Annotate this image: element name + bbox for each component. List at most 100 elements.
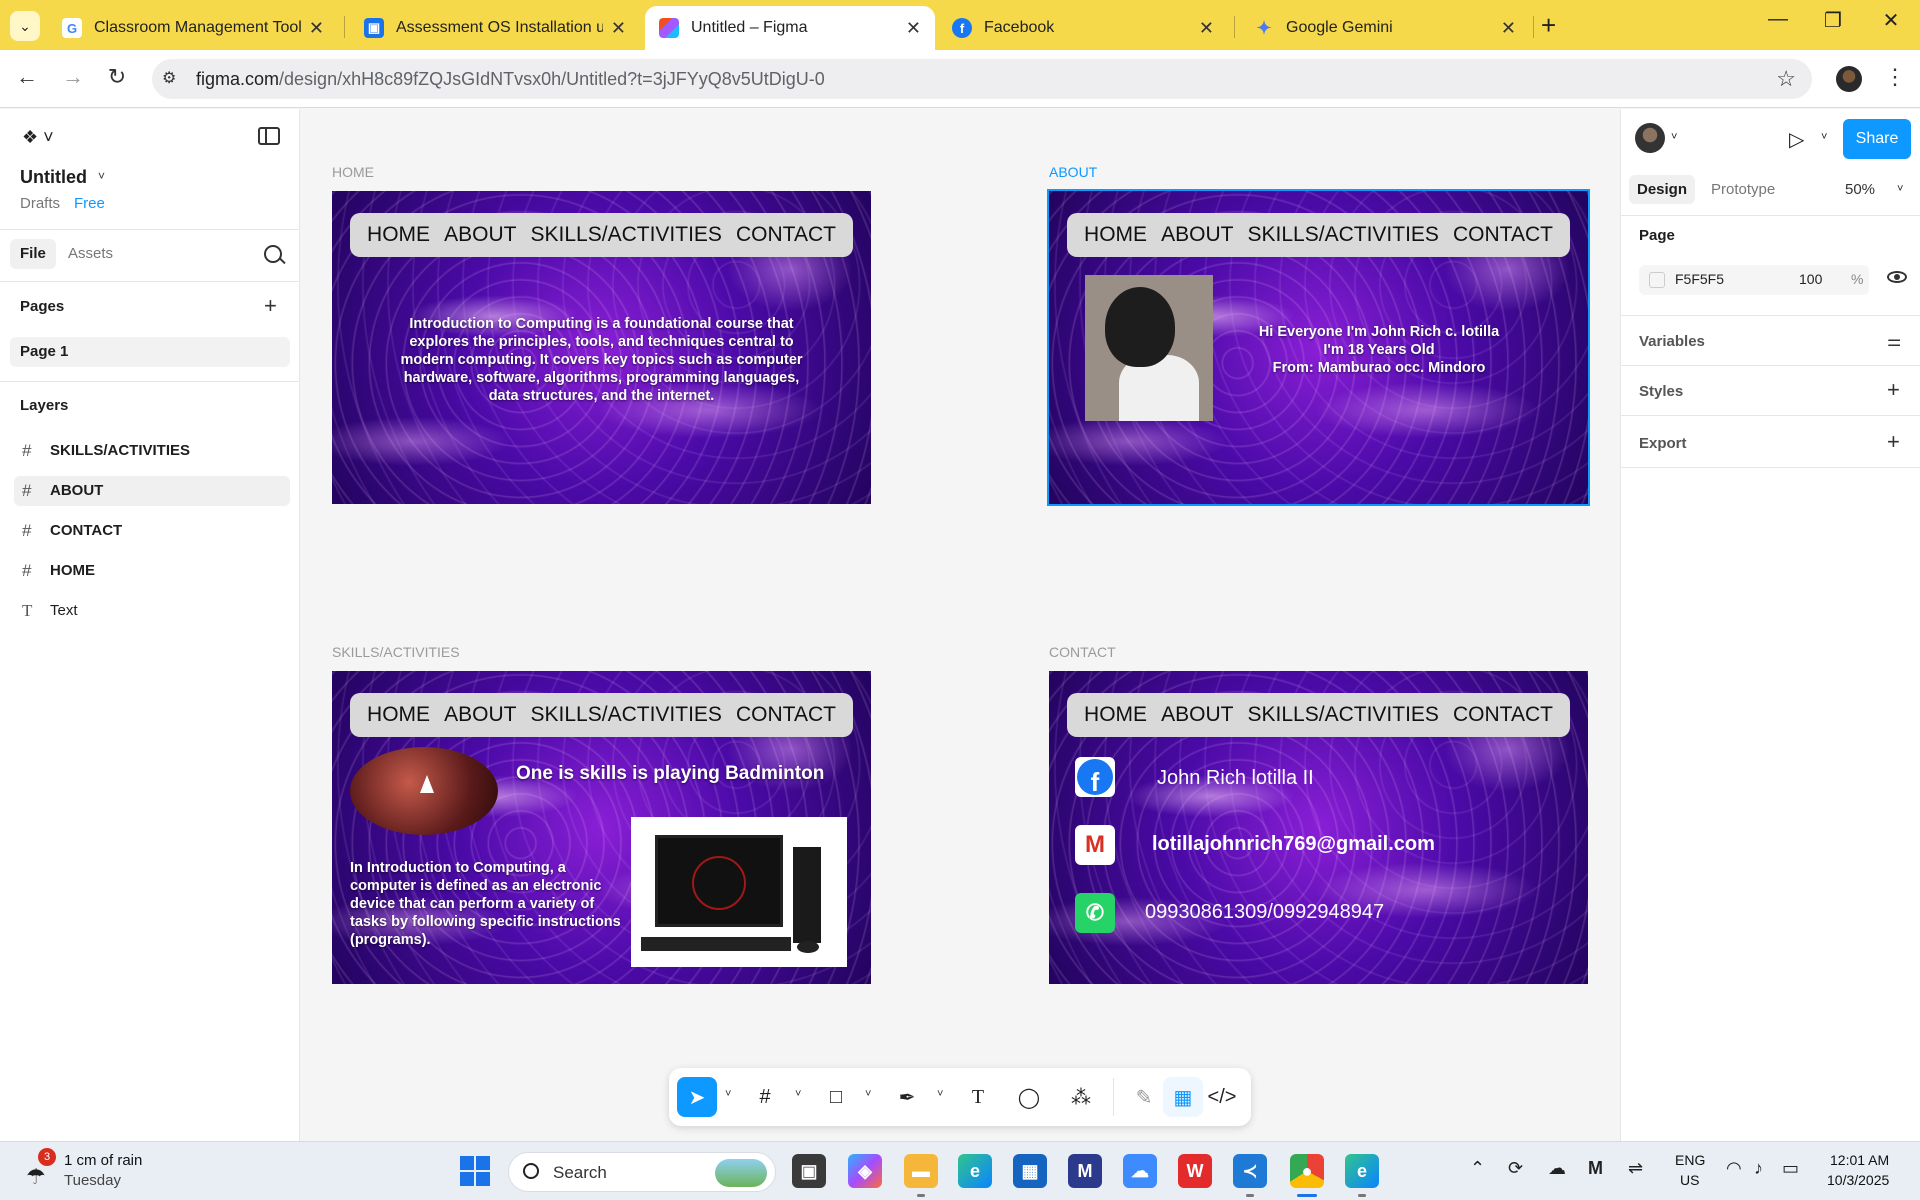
nav-skills[interactable]: SKILLS/ACTIVITIES	[1248, 703, 1439, 727]
site-navbar[interactable]: HOME ABOUT SKILLS/ACTIVITIES CONTACT	[350, 213, 853, 257]
computer-image[interactable]	[631, 817, 847, 967]
layer-home[interactable]: # HOME	[14, 556, 290, 586]
pen-tool-icon[interactable]: ✒	[887, 1077, 927, 1117]
chevron-up-icon[interactable]: ⌃	[1470, 1158, 1485, 1179]
frame-contact[interactable]: HOME ABOUT SKILLS/ACTIVITIES CONTACT f J…	[1049, 671, 1588, 984]
eye-icon[interactable]	[1887, 271, 1907, 283]
app-m-icon[interactable]: M	[1068, 1154, 1102, 1188]
chevron-down-icon[interactable]: ˅	[1671, 131, 1677, 143]
bookmark-star-icon[interactable]: ☆	[1776, 66, 1796, 92]
badminton-image[interactable]	[350, 747, 498, 835]
tab-figma[interactable]: Untitled – Figma ✕	[645, 6, 935, 50]
task-view-icon[interactable]: ▣	[792, 1154, 826, 1188]
close-icon[interactable]: ✕	[309, 18, 324, 39]
page-color-hex[interactable]: F5F5F5	[1675, 271, 1724, 287]
layer-about[interactable]: # ABOUT	[14, 476, 290, 506]
pen-settings-icon[interactable]: ⇌	[1628, 1158, 1643, 1179]
chevron-down-icon[interactable]: ˅	[937, 1088, 943, 1100]
frame-label-contact[interactable]: CONTACT	[1049, 644, 1116, 660]
design-canvas[interactable]: HOME HOME ABOUT SKILLS/ACTIVITIES CONTAC…	[301, 109, 1619, 1141]
layer-text[interactable]: T Text	[14, 596, 290, 626]
nav-about[interactable]: ABOUT	[1161, 703, 1233, 727]
skills-body-text[interactable]: In Introduction to Computing, a computer…	[350, 859, 630, 949]
layer-skills-activities[interactable]: # SKILLS/ACTIVITIES	[14, 436, 290, 466]
close-window-button[interactable]: ✕	[1871, 8, 1911, 33]
start-button[interactable]	[460, 1156, 490, 1186]
site-navbar[interactable]: HOME ABOUT SKILLS/ACTIVITIES CONTACT	[350, 693, 853, 737]
search-icon[interactable]	[264, 245, 282, 263]
clock-date[interactable]: 10/3/2025	[1827, 1172, 1889, 1188]
chevron-down-icon[interactable]: ˅	[725, 1088, 731, 1100]
figma-menu-icon[interactable]: ❖ ˅	[22, 127, 54, 148]
copilot-icon[interactable]: ◈	[848, 1154, 882, 1188]
nav-about[interactable]: ABOUT	[444, 703, 516, 727]
language-indicator[interactable]: ENG	[1675, 1152, 1705, 1168]
file-explorer-icon[interactable]: ▬	[904, 1154, 938, 1188]
app-tray-icon[interactable]: M	[1588, 1158, 1603, 1179]
tab-gemini[interactable]: ✦ Google Gemini ✕	[1240, 6, 1530, 50]
add-page-icon[interactable]: +	[264, 293, 277, 319]
design-mode-icon[interactable]: ▦	[1163, 1077, 1203, 1117]
frame-label-skills[interactable]: SKILLS/ACTIVITIES	[332, 644, 460, 660]
close-icon[interactable]: ✕	[1199, 18, 1214, 39]
weather-icon[interactable]: ☂	[26, 1164, 46, 1190]
chrome-icon[interactable]: ●	[1290, 1154, 1324, 1188]
styles-section[interactable]: Styles	[1639, 383, 1683, 400]
chevron-down-icon[interactable]: ˅	[865, 1088, 871, 1100]
file-title[interactable]: Untitled	[20, 167, 87, 188]
store-icon[interactable]: ▦	[1013, 1154, 1047, 1188]
nav-about[interactable]: ABOUT	[444, 223, 516, 247]
phone-icon[interactable]: ✆	[1075, 893, 1115, 933]
frame-tool-icon[interactable]: #	[745, 1077, 785, 1117]
nav-home[interactable]: HOME	[1084, 223, 1147, 247]
frame-label-about[interactable]: ABOUT	[1049, 164, 1097, 180]
user-avatar[interactable]	[1635, 123, 1665, 153]
edge-icon[interactable]: e	[958, 1154, 992, 1188]
nav-skills[interactable]: SKILLS/ACTIVITIES	[1248, 223, 1439, 247]
variables-icon[interactable]: ⚌	[1887, 331, 1901, 351]
chevron-down-icon[interactable]: ˅	[98, 169, 105, 183]
keyboard-layout[interactable]: US	[1680, 1172, 1699, 1188]
frame-skills[interactable]: HOME ABOUT SKILLS/ACTIVITIES CONTACT One…	[332, 671, 871, 984]
close-icon[interactable]: ✕	[906, 18, 921, 39]
close-icon[interactable]: ✕	[1501, 18, 1516, 39]
home-intro-text[interactable]: Introduction to Computing is a foundatio…	[392, 315, 811, 405]
drafts-label[interactable]: Drafts	[20, 195, 60, 212]
profile-avatar[interactable]	[1836, 66, 1862, 92]
nav-contact[interactable]: CONTACT	[736, 703, 836, 727]
weather-day[interactable]: Tuesday	[64, 1172, 121, 1189]
nav-contact[interactable]: CONTACT	[1453, 703, 1553, 727]
rectangle-tool-icon[interactable]: □	[816, 1077, 856, 1117]
nav-contact[interactable]: CONTACT	[736, 223, 836, 247]
wps-office-icon[interactable]: W	[1178, 1154, 1212, 1188]
nav-home[interactable]: HOME	[367, 223, 430, 247]
reload-button[interactable]: ↻	[102, 64, 132, 90]
tab-prototype[interactable]: Prototype	[1703, 175, 1783, 204]
site-navbar[interactable]: HOME ABOUT SKILLS/ACTIVITIES CONTACT	[1067, 693, 1570, 737]
frame-home[interactable]: HOME ABOUT SKILLS/ACTIVITIES CONTACT Int…	[332, 191, 871, 504]
onedrive-icon[interactable]: ☁	[1548, 1158, 1566, 1179]
add-export-icon[interactable]: +	[1887, 429, 1900, 455]
sidebar-toggle-icon[interactable]	[258, 127, 280, 145]
page-item-page-1[interactable]: Page 1	[10, 337, 290, 367]
present-play-icon[interactable]: ▷	[1789, 127, 1804, 152]
tab-search-button[interactable]: ⌄	[10, 11, 40, 41]
gmail-icon[interactable]: M	[1075, 825, 1115, 865]
site-settings-icon[interactable]: ⚙	[162, 68, 184, 90]
comment-tool-icon[interactable]: ◯	[1009, 1077, 1049, 1117]
site-navbar[interactable]: HOME ABOUT SKILLS/ACTIVITIES CONTACT	[1067, 213, 1570, 257]
chevron-down-icon[interactable]: ˅	[795, 1088, 801, 1100]
back-button[interactable]: ←	[12, 64, 42, 90]
new-tab-button[interactable]: +	[1541, 10, 1556, 41]
clock-time[interactable]: 12:01 AM	[1830, 1152, 1889, 1168]
url-text[interactable]: figma.com/design/xhH8c89fZQJsGIdNTvsx0h/…	[196, 69, 825, 90]
tab-assessment-os[interactable]: ▣ Assessment OS Installation usin ✕	[350, 6, 640, 50]
minimize-button[interactable]: —	[1758, 8, 1798, 31]
page-color-field[interactable]: F5F5F5 100 %	[1639, 265, 1869, 295]
zoom-level[interactable]: 50%	[1845, 181, 1875, 198]
tab-classroom-tools[interactable]: G Classroom Management Tools & ✕	[48, 6, 338, 50]
wifi-icon[interactable]: ◠	[1726, 1158, 1742, 1179]
tab-facebook[interactable]: f Facebook ✕	[938, 6, 1228, 50]
plan-badge[interactable]: Free	[74, 195, 105, 212]
page-opacity[interactable]: 100	[1799, 271, 1822, 287]
